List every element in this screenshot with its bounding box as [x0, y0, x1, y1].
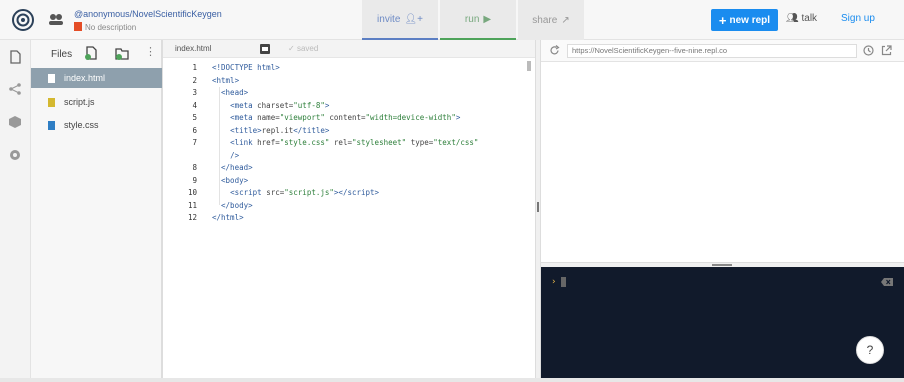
- code-line: <meta charset="utf-8">: [230, 100, 330, 110]
- share-icon: ↗: [561, 14, 570, 26]
- add-folder-icon[interactable]: [115, 46, 129, 60]
- file-item-script-js[interactable]: script.js: [31, 92, 162, 112]
- talk-link[interactable]: 👥︎ talk: [786, 13, 817, 24]
- code-line: <!DOCTYPE html>: [212, 63, 280, 72]
- code-line: </body>: [221, 200, 253, 210]
- line-number: 7: [192, 138, 197, 147]
- code-line: </html>: [212, 213, 244, 222]
- line-number: 4: [192, 100, 197, 110]
- splitter-grip: [712, 264, 732, 266]
- file-item-style-css[interactable]: style.css: [31, 115, 162, 135]
- editor-scrollbar[interactable]: [527, 61, 531, 71]
- file-name: index.html: [64, 73, 106, 83]
- editor-tab-bar: index.html ✓ saved: [163, 40, 535, 58]
- top-header: @anonymous/NovelScientificKeygen No desc…: [0, 0, 904, 40]
- add-user-icon: 👤︎+: [404, 13, 423, 25]
- files-title: Files: [51, 49, 73, 60]
- add-file-icon[interactable]: [84, 46, 98, 60]
- open-in-new-tab-icon[interactable]: [881, 45, 892, 56]
- file-item-index-html[interactable]: index.html: [31, 68, 162, 88]
- line-number: 12: [187, 213, 197, 222]
- replit-logo-icon[interactable]: [12, 9, 34, 31]
- share-label: share: [532, 14, 558, 26]
- invite-button[interactable]: invite 👤︎+: [362, 0, 438, 40]
- code-editor[interactable]: index.html ✓ saved 1 2 3 4 5 6 7 8 9 10 11 12 <!DOC…: [163, 40, 535, 382]
- clear-console-icon[interactable]: [881, 278, 893, 286]
- line-number: 11: [187, 200, 197, 210]
- code-content[interactable]: <!DOCTYPE html> <html> <head> <meta chars…: [212, 62, 478, 225]
- splitter-grip: [537, 202, 539, 212]
- talk-label: talk: [801, 13, 818, 24]
- line-number: 3: [192, 88, 197, 97]
- preview-url-field[interactable]: https://NovelScientificKeygen--five-nine…: [567, 44, 857, 58]
- html5-icon: [74, 22, 82, 31]
- line-number: 5: [192, 113, 197, 122]
- repl-description[interactable]: No description: [74, 22, 136, 32]
- console-cursor: [561, 277, 566, 287]
- preview-url-bar: https://NovelScientificKeygen--five-nine…: [541, 40, 904, 62]
- share-button[interactable]: share ↗: [518, 0, 584, 40]
- anonymous-user-icon: [49, 14, 63, 25]
- line-number: 8: [192, 163, 197, 172]
- code-line: <link href="style.css" rel="stylesheet" …: [230, 138, 479, 147]
- code-line: <html>: [212, 75, 240, 85]
- console-prompt: ›: [551, 277, 557, 287]
- sidebar-rail: [0, 40, 31, 382]
- code-line: <body>: [221, 175, 249, 185]
- people-icon: 👥︎: [786, 13, 799, 24]
- line-number: 9: [192, 175, 197, 185]
- repl-description-text: No description: [85, 23, 137, 32]
- line-number: 10: [187, 188, 197, 197]
- js-file-icon: [48, 97, 55, 107]
- save-status: ✓ saved: [288, 44, 318, 53]
- signup-link[interactable]: Sign up: [841, 13, 875, 24]
- saved-check-icon: ✓: [288, 44, 295, 53]
- web-preview: https://NovelScientificKeygen--five-nine…: [541, 40, 904, 262]
- console[interactable]: ›: [541, 267, 904, 382]
- code-line: </head>: [221, 163, 253, 172]
- code-line: <title>repl.it</title>: [230, 125, 330, 135]
- code-line: <script src="script.js"></script>: [230, 188, 380, 197]
- line-number: 6: [192, 125, 197, 135]
- help-button[interactable]: ?: [856, 336, 884, 364]
- packages-icon[interactable]: [8, 115, 22, 129]
- play-icon: ▶: [483, 13, 492, 25]
- files-icon[interactable]: [8, 50, 22, 64]
- save-icon[interactable]: [260, 44, 270, 54]
- line-numbers: 1 2 3 4 5 6 7 8 9 10 11 12: [175, 62, 197, 225]
- new-repl-label: new repl: [729, 14, 771, 26]
- bottom-scrollbar: [0, 378, 904, 382]
- share-nodes-icon[interactable]: [8, 82, 22, 96]
- reload-icon[interactable]: [549, 45, 560, 56]
- line-number: 1: [192, 63, 197, 72]
- new-repl-button[interactable]: + new repl: [711, 9, 778, 31]
- line-number: [175, 150, 197, 163]
- more-options-icon[interactable]: ⋮: [145, 45, 156, 58]
- file-name: style.css: [64, 120, 99, 130]
- history-icon[interactable]: [863, 45, 874, 56]
- html-file-icon: [48, 73, 55, 83]
- repl-path-link[interactable]: @anonymous/NovelScientificKeygen: [74, 9, 222, 19]
- line-number: 2: [192, 75, 197, 85]
- tab-index-html[interactable]: index.html: [175, 44, 211, 53]
- code-line: />: [230, 150, 240, 160]
- plus-icon: +: [718, 12, 727, 28]
- invite-label: invite: [377, 13, 401, 25]
- run-label: run: [464, 13, 480, 25]
- settings-gear-icon[interactable]: [8, 148, 22, 162]
- run-button[interactable]: run ▶: [440, 0, 516, 40]
- code-line: <meta name="viewport" content="width=dev…: [230, 113, 461, 122]
- css-file-icon: [48, 120, 55, 130]
- file-name: script.js: [64, 97, 95, 107]
- saved-label: saved: [296, 44, 319, 53]
- files-panel: Files ⋮ index.html script.js style.css: [31, 40, 162, 382]
- code-line: <head>: [221, 88, 249, 97]
